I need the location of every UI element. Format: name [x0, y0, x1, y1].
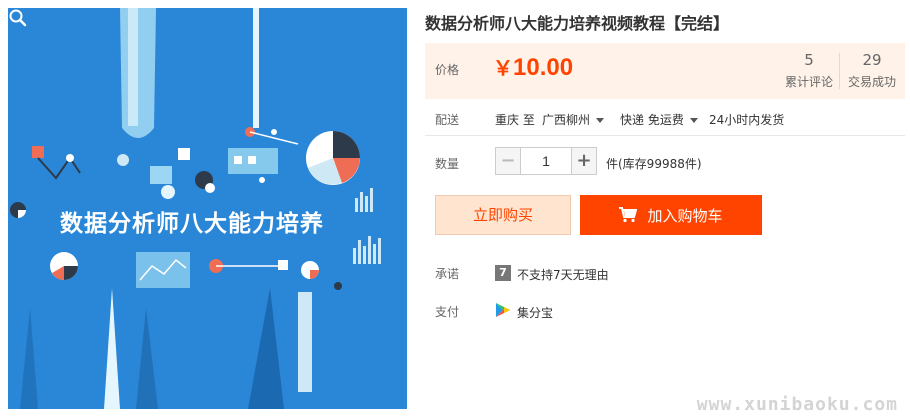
magnifier-icon[interactable]: [8, 8, 28, 28]
delivery-destination-select[interactable]: 广西柳州: [542, 111, 605, 128]
product-title: 数据分析师八大能力培养视频教程【完结】: [425, 14, 730, 33]
quantity-increase-button[interactable]: +: [571, 147, 597, 175]
price-label: 价格: [435, 63, 460, 77]
product-image[interactable]: 数据分析师八大能力培养: [8, 8, 407, 409]
delivery-from: 重庆 至: [495, 113, 535, 127]
product-detail-panel: 数据分析师八大能力培养视频教程【完结】 价格 ￥10.00 5 累计评论 29 …: [425, 0, 905, 419]
quantity-decrease-button[interactable]: −: [495, 147, 521, 175]
sales-stat: 29 交易成功: [843, 51, 901, 90]
quantity-label: 数量: [435, 157, 460, 171]
delivery-label: 配送: [435, 113, 460, 127]
promise-text: 不支持7天无理由: [517, 268, 609, 282]
currency-symbol: ￥: [493, 58, 513, 80]
sales-label: 交易成功: [847, 75, 896, 89]
seven-day-icon: 7: [495, 265, 511, 281]
price-box: 价格 ￥10.00 5 累计评论 29 交易成功: [425, 43, 905, 99]
watermark: www.xunibaoku.com: [696, 394, 898, 415]
delivery-destination: 广西柳州: [542, 113, 591, 127]
image-banner-text: 数据分析师八大能力培养: [60, 211, 324, 237]
payment-label: 支付: [435, 305, 460, 319]
shipping-select[interactable]: 快递 免运费: [620, 111, 698, 128]
payment-method: 集分宝: [517, 306, 554, 320]
reviews-stat[interactable]: 5 累计评论: [779, 51, 839, 90]
buy-now-button[interactable]: 立即购买: [435, 195, 571, 235]
shipping-method: 快递 免运费: [620, 113, 684, 127]
promise-label: 承诺: [435, 267, 460, 281]
stock-text: 件(库存99988件): [606, 157, 702, 171]
price-value: ￥10.00: [493, 52, 573, 82]
add-to-cart-label: 加入购物车: [647, 206, 723, 225]
price-amount: 10.00: [513, 54, 574, 81]
jifenbao-icon: [496, 303, 510, 317]
sales-count: 29: [862, 51, 882, 69]
stat-divider: [839, 53, 840, 89]
quantity-input[interactable]: 1: [521, 147, 571, 175]
chevron-down-icon: [596, 118, 605, 123]
quantity-stepper: − 1 +: [495, 147, 597, 175]
divider: [425, 135, 905, 136]
add-to-cart-button[interactable]: 加入购物车: [580, 195, 762, 235]
reviews-label: 累计评论: [784, 75, 833, 89]
reviews-count: 5: [804, 51, 814, 69]
cart-icon: [619, 207, 638, 223]
chevron-down-icon: [689, 118, 698, 123]
dispatch-time: 24小时内发货: [709, 113, 785, 127]
